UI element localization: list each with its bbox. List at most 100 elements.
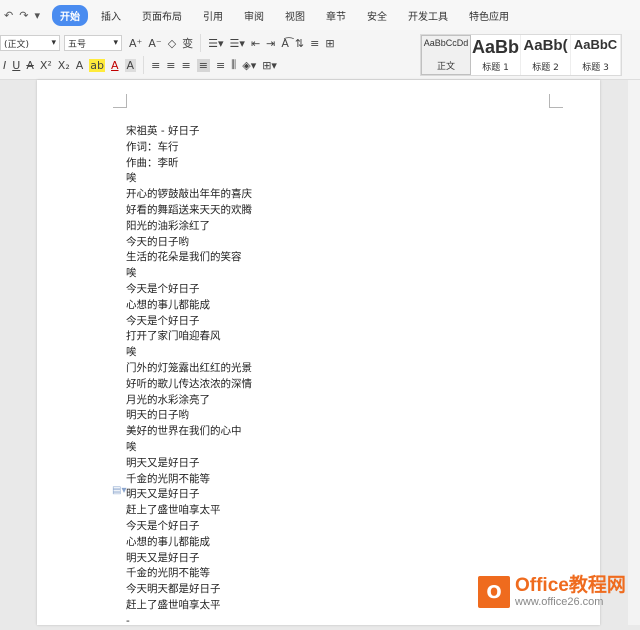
text-line[interactable]: 门外的灯笼露出红红的光景	[126, 361, 252, 377]
tab-2[interactable]: 页面布局	[134, 5, 190, 26]
text-line[interactable]: 开心的锣鼓敲出年年的喜庆	[126, 187, 252, 203]
font-size-value: 五号	[68, 39, 87, 50]
ribbon-row-2: I U A X² X₂ A ab A A ≡ ≡ ≡ ≡ ≡ ⫼ ◈▾ ⊞▾	[0, 54, 280, 76]
underline-button[interactable]: U	[12, 59, 20, 72]
ribbon-row-1: (正文) ▾ 五号 ▾ A⁺ A⁻ ◇ 变 ☰▾ ☰▾ ⇤ ⇥ A͡ ⇅ ≡ ⊞	[0, 32, 338, 54]
style-preview: AaBbCcDd	[423, 38, 469, 48]
text-line[interactable]: 生活的花朵是我们的笑容	[126, 250, 252, 266]
subscript-button[interactable]: X₂	[58, 59, 70, 72]
column-spacing-icon[interactable]: ⫼	[231, 58, 236, 72]
text-line[interactable]: 好听的歌儿传达浓浓的深情	[126, 377, 252, 393]
quick-access-more-icon[interactable]: ▾	[34, 9, 40, 22]
char-shading-button[interactable]: A	[124, 58, 137, 72]
text-line[interactable]: 打开了家门咱迎春风	[126, 329, 252, 345]
text-line[interactable]: 赶上了盛世咱享太平	[126, 503, 252, 519]
text-line[interactable]: 今天是个好日子	[126, 314, 252, 330]
style-name: 标题 1	[482, 63, 509, 73]
font-color-button[interactable]: A	[111, 59, 119, 72]
tab-7[interactable]: 安全	[359, 5, 395, 26]
text-line[interactable]: 美好的世界在我们的心中	[126, 424, 252, 440]
clear-format-icon[interactable]: ◇	[168, 37, 176, 50]
document-body[interactable]: 宋祖英 - 好日子 作词：车行 作曲：李昕唉开心的锣鼓敲出年年的喜庆 好看的舞蹈送来天…	[126, 124, 252, 630]
text-line[interactable]: 唉	[126, 266, 252, 282]
divider	[143, 56, 145, 74]
tab-9[interactable]: 特色应用	[461, 5, 517, 26]
ribbon-home: (正文) ▾ 五号 ▾ A⁺ A⁻ ◇ 变 ☰▾ ☰▾ ⇤ ⇥ A͡ ⇅ ≡ ⊞ I…	[0, 30, 640, 80]
chevron-down-icon: ▾	[51, 38, 56, 48]
bullet-list-icon[interactable]: ☰▾	[208, 37, 223, 50]
border-icon[interactable]: ⊞▾	[262, 59, 277, 72]
text-effect-button[interactable]: A	[76, 59, 84, 72]
text-line[interactable]: 宋祖英 - 好日子	[126, 124, 252, 140]
vertical-scrollbar[interactable]	[628, 80, 640, 625]
text-line[interactable]: 月光的水彩涂亮了	[126, 393, 252, 409]
distributed-icon[interactable]: ≡	[216, 59, 225, 72]
align-left-icon[interactable]: ≡	[151, 59, 160, 72]
style-preview: AaBb(	[523, 37, 568, 54]
table-icon[interactable]: ⊞	[325, 37, 334, 50]
text-line[interactable]: 今天是个好日子	[126, 519, 252, 535]
menu-tabs: 开始 插入 页面布局 引用 审阅 视图 章节 安全 开发工具 特色应用	[51, 4, 522, 26]
numbered-list-icon[interactable]: ☰▾	[230, 37, 245, 50]
decrease-font-icon[interactable]: A⁻	[148, 37, 161, 50]
text-line[interactable]: 好看的舞蹈送来天天的欢腾	[126, 203, 252, 219]
tab-6[interactable]: 章节	[318, 5, 354, 26]
text-line[interactable]: 明天又是好日子	[126, 487, 252, 503]
text-line[interactable]: 阳光的油彩涂红了	[126, 219, 252, 235]
text-line[interactable]: 千金的光阴不能等	[126, 566, 252, 582]
text-line[interactable]: 心想的事儿都能成	[126, 298, 252, 314]
increase-indent-icon[interactable]: ⇥	[266, 37, 275, 50]
tab-1[interactable]: 插入	[93, 5, 129, 26]
watermark-url: www.office26.com	[515, 596, 604, 608]
text-line[interactable]: 唉	[126, 171, 252, 187]
text-line[interactable]: 作词：车行	[126, 140, 252, 156]
redo-icon[interactable]: ↷	[19, 9, 28, 22]
superscript-button[interactable]: X²	[40, 59, 52, 72]
text-line[interactable]: 千金的光阴不能等	[126, 472, 252, 488]
decrease-indent-icon[interactable]: ⇤	[251, 37, 260, 50]
tab-4[interactable]: 审阅	[236, 5, 272, 26]
text-line[interactable]: -	[126, 614, 252, 630]
style-option-3[interactable]: AaBbC 标题 3	[571, 35, 621, 75]
text-line[interactable]: 今天明天都是好日子	[126, 582, 252, 598]
font-size-select[interactable]: 五号 ▾	[64, 35, 122, 51]
tab-0[interactable]: 开始	[51, 4, 88, 26]
style-option-1[interactable]: AaBb 标题 1	[471, 35, 521, 75]
document-page[interactable]: ▤▾ 宋祖英 - 好日子 作词：车行 作曲：李昕唉开心的锣鼓敲出年年的喜庆 好看的舞蹈…	[37, 80, 600, 627]
style-preview: AaBbC	[573, 37, 618, 52]
line-spacing-icon[interactable]: ≡	[310, 37, 319, 50]
align-center-icon[interactable]: ≡	[166, 59, 175, 72]
align-right-icon[interactable]: ≡	[182, 59, 191, 72]
shading-icon[interactable]: ◈▾	[242, 59, 256, 72]
crop-mark	[549, 94, 563, 108]
text-line[interactable]: 作曲：李昕	[126, 156, 252, 172]
text-line[interactable]: 赶上了盛世咱享太平	[126, 598, 252, 614]
undo-icon[interactable]: ↶	[4, 9, 13, 22]
increase-font-icon[interactable]: A⁺	[129, 37, 142, 50]
text-line[interactable]: 心想的事儿都能成	[126, 535, 252, 551]
office-logo-icon: O	[478, 576, 510, 608]
strikethrough-button[interactable]: A	[26, 59, 34, 72]
font-name-select[interactable]: (正文) ▾	[0, 35, 60, 51]
tab-5[interactable]: 视图	[277, 5, 313, 26]
text-line[interactable]: 明天又是好日子	[126, 551, 252, 567]
paragraph-options-icon[interactable]: ▤▾	[112, 485, 126, 496]
style-option-0[interactable]: AaBbCcDd 正文	[421, 35, 471, 75]
text-line[interactable]: 唉	[126, 345, 252, 361]
divider	[200, 34, 202, 52]
phonetic-guide-icon[interactable]: 变	[182, 35, 193, 51]
text-line[interactable]: 明天的日子哟	[126, 408, 252, 424]
tab-3[interactable]: 引用	[195, 5, 231, 26]
style-option-2[interactable]: AaBb(标题 2	[521, 35, 571, 75]
sort-icon[interactable]: ⇅	[295, 37, 304, 50]
watermark: O Office教程网 www.office26.com	[478, 576, 626, 608]
text-line[interactable]: 今天的日子哟	[126, 235, 252, 251]
text-line[interactable]: 明天又是好日子	[126, 456, 252, 472]
justify-icon[interactable]: ≡	[196, 58, 210, 72]
text-line[interactable]: 唉	[126, 440, 252, 456]
text-direction-icon[interactable]: A͡	[281, 37, 289, 50]
highlight-button[interactable]: ab	[89, 58, 106, 72]
tab-8[interactable]: 开发工具	[400, 5, 456, 26]
italic-button[interactable]: I	[3, 59, 6, 72]
text-line[interactable]: 今天是个好日子	[126, 282, 252, 298]
